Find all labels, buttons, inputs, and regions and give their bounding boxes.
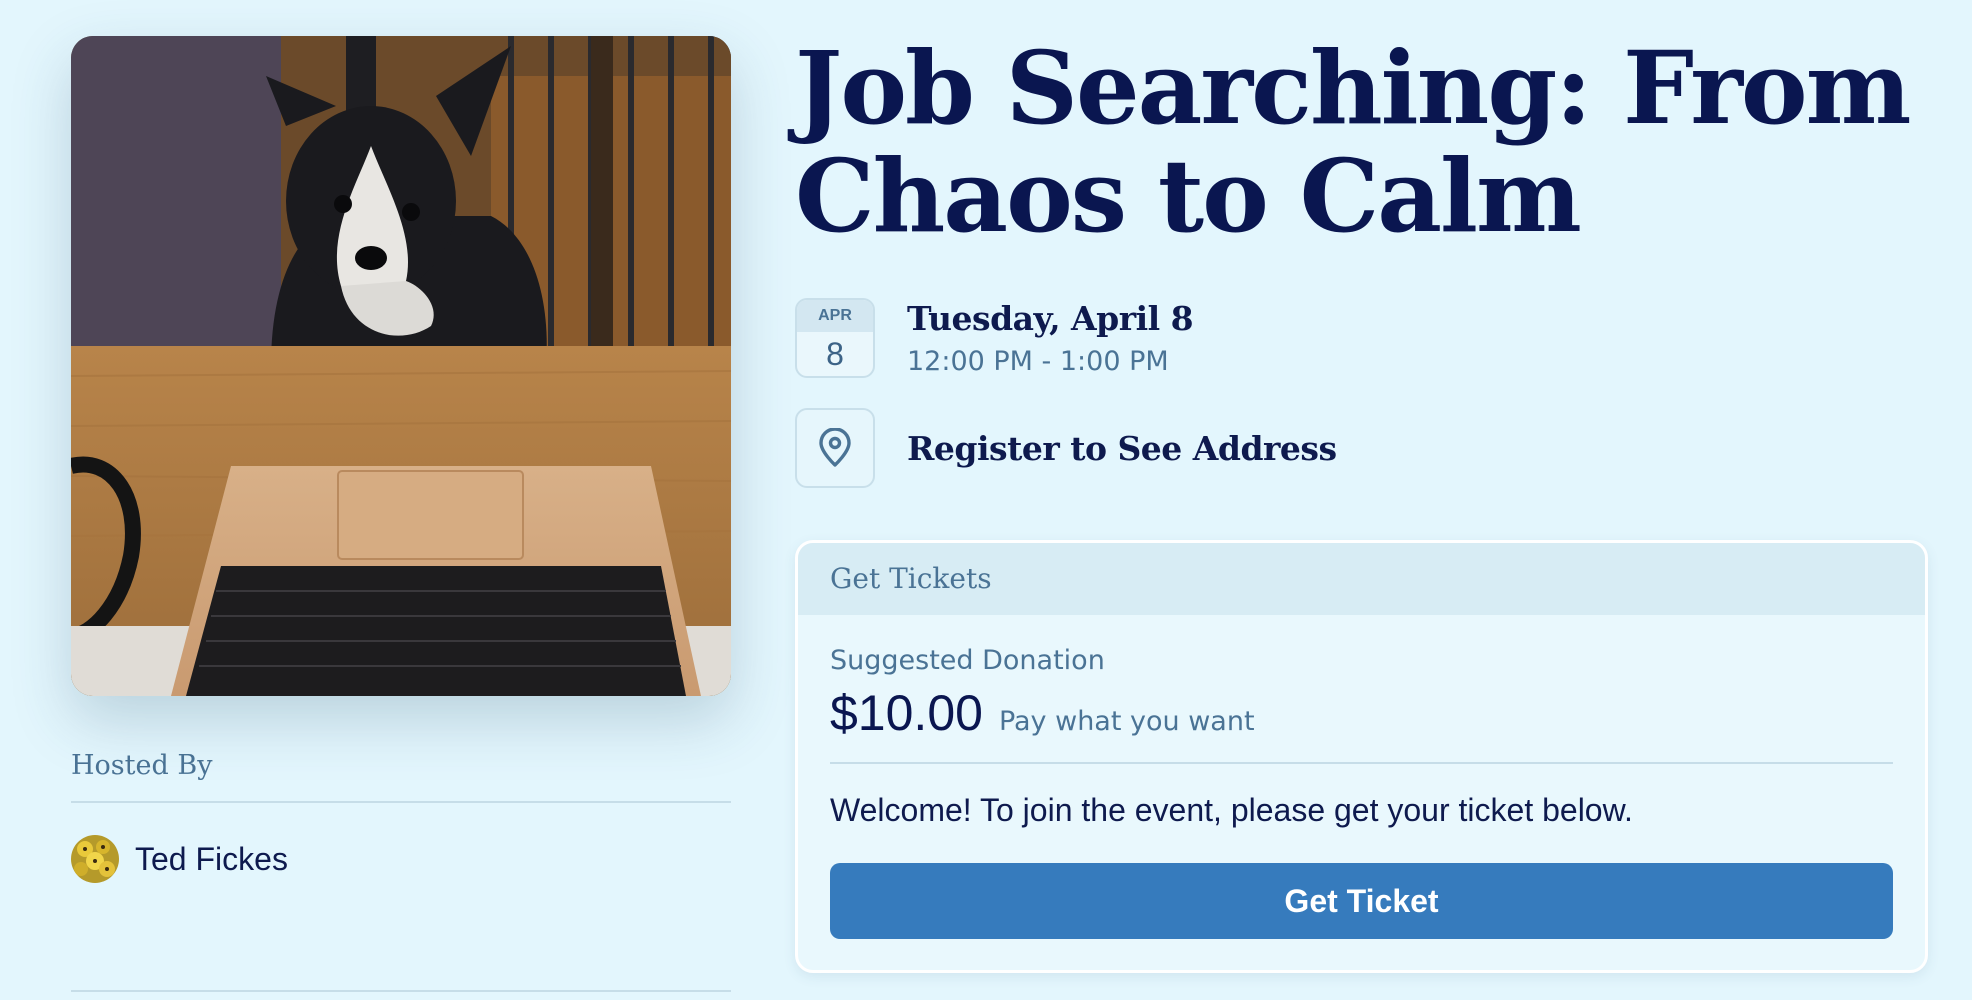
ticket-card-header: Get Tickets [798,543,1925,615]
map-pin-icon [795,408,875,488]
welcome-message: Welcome! To join the event, please get y… [830,792,1633,828]
event-date: Tuesday, April 8 [907,299,1194,338]
suggested-donation-label: Suggested Donation [830,645,1105,676]
host-avatar[interactable] [71,835,119,883]
host-row[interactable]: Ted Fickes [71,835,731,883]
event-time: 12:00 PM - 1:00 PM [907,346,1169,377]
divider [71,801,731,803]
location-text: Register to See Address [907,428,1337,468]
event-cover-image [71,36,731,696]
event-title: Job Searching: From Chaos to Calm [795,29,1911,255]
date-badge-day: 8 [826,336,844,372]
date-text-block: Tuesday, April 8 12:00 PM - 1:00 PM [907,299,1194,377]
ticket-price: $10.00 [830,685,983,741]
hosted-by-label: Hosted By [71,750,213,781]
avatar-image [71,835,119,883]
price-row: $10.00 Pay what you want [830,684,1893,742]
ticket-card: Get Tickets Suggested Donation $10.00 Pa… [795,540,1928,973]
card-divider [830,762,1893,764]
location-row: Register to See Address [795,408,1928,488]
price-note: Pay what you want [998,706,1255,737]
left-column: Hosted By Ted Fickes [71,36,731,883]
calendar-date-badge: APR 8 [795,298,875,378]
get-ticket-button[interactable]: Get Ticket [830,863,1893,939]
host-name[interactable]: Ted Fickes [135,841,288,878]
dog-laptop-photo [71,36,731,696]
right-column: Job Searching: From Chaos to Calm APR 8 … [795,34,1928,973]
date-row: APR 8 Tuesday, April 8 12:00 PM - 1:00 P… [795,298,1928,378]
divider-bottom [71,990,731,992]
date-badge-month: APR [797,300,873,332]
ticket-card-body: Suggested Donation $10.00 Pay what you w… [798,615,1925,939]
